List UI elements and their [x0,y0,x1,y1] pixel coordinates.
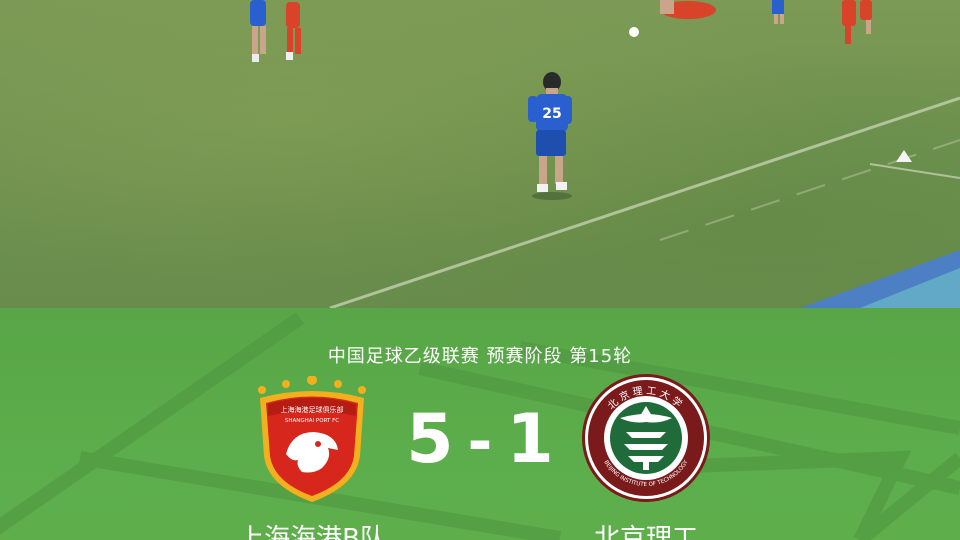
player-red-2 [660,0,716,19]
crest-sub-text: SHANGHAI PORT FC [285,418,339,424]
home-team-name: 上海海港B队 [238,524,386,540]
score-separator: - [467,407,493,477]
player-red-1 [286,2,301,60]
player-blue-1 [250,0,266,62]
beijing-institute-crest-icon: 北京理工大学 BEIJING INSTITUTE OF TECHNOLOGY [582,374,710,502]
home-score: 5 [406,400,454,479]
football-icon [629,27,639,37]
player-blue-2 [772,0,784,24]
scoreboard-panel: 中国足球乙级联赛 预赛阶段 第15轮 上海海港足球俱乐部 SHANGHAI PO… [0,308,960,540]
shanghai-port-crest-icon: 上海海港足球俱乐部 SHANGHAI PORT FC [258,376,366,502]
match-video-frame: 25 [0,0,960,308]
player-red-3 [842,0,872,44]
away-team-name: 北京理工 [593,524,698,540]
crest-ring-text: 上海海港足球俱乐部 [281,405,344,414]
touchline [329,96,960,308]
player-number: 25 [542,106,561,122]
match-score: 5-1 [400,400,560,480]
away-score: 1 [506,400,554,479]
league-round-title: 中国足球乙级联赛 预赛阶段 第15轮 [327,346,633,367]
pitch-scene: 25 [250,0,960,308]
player-blue-25: 25 [528,72,572,200]
pitch-marking-2 [869,163,960,179]
pitch-marking [659,139,960,241]
